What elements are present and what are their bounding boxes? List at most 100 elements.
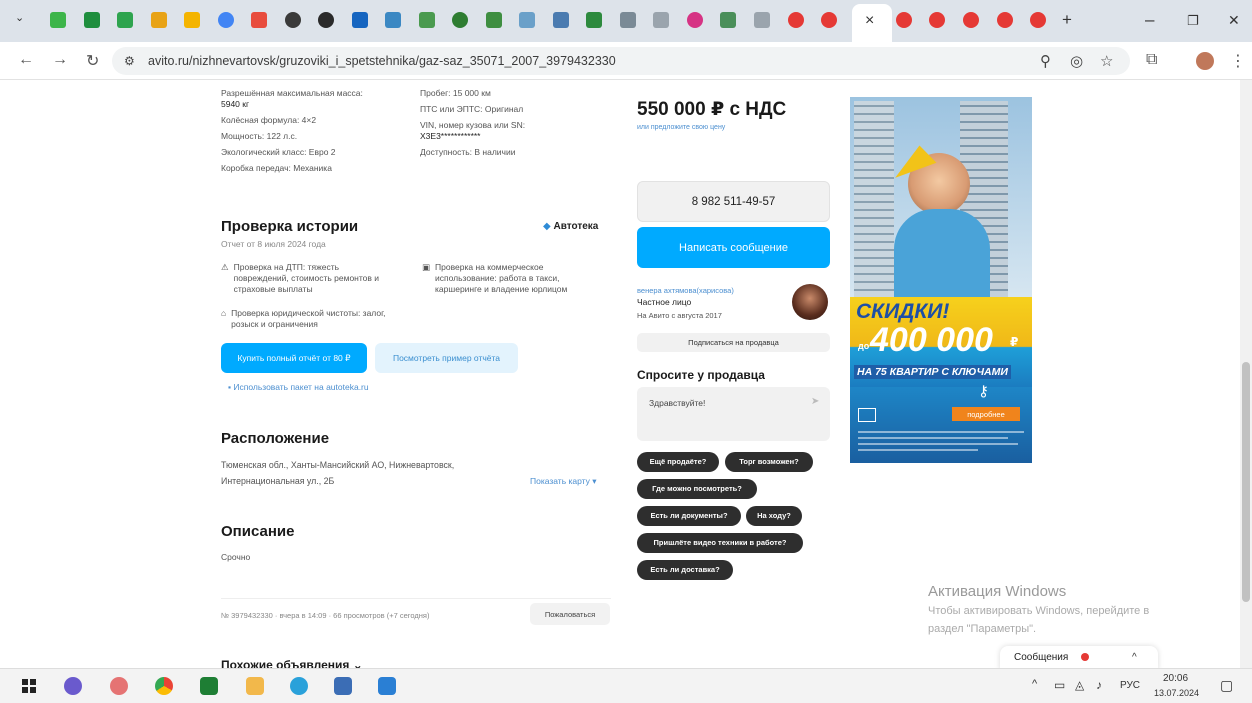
tab-favicon-icon[interactable] xyxy=(318,12,334,28)
tab-favicon-icon[interactable] xyxy=(519,12,535,28)
tab-favicon-icon[interactable] xyxy=(687,12,703,28)
tab-favicon-icon[interactable] xyxy=(218,12,234,28)
quick-question-chip[interactable]: На ходу? xyxy=(746,506,802,526)
autoteka-package-link[interactable]: ▪ Использовать пакет на autoteka.ru xyxy=(228,382,369,393)
forward-button[interactable]: → xyxy=(52,51,68,69)
tab-favicon-icon[interactable] xyxy=(151,12,167,28)
network-icon[interactable]: ▭ xyxy=(1054,678,1065,692)
clock-time[interactable]: 20:06 xyxy=(1163,673,1188,684)
quick-question-chip[interactable]: Где можно посмотреть? xyxy=(637,479,757,499)
viber-icon[interactable] xyxy=(64,677,82,695)
history-title: Проверка истории xyxy=(221,218,359,235)
app-icon[interactable] xyxy=(334,677,352,695)
banner-more-button[interactable]: подробнее xyxy=(952,407,1020,421)
quick-question-chip[interactable]: Есть ли доставка? xyxy=(637,560,733,580)
close-tab-icon[interactable]: × xyxy=(865,12,874,30)
banner-building xyxy=(854,101,894,297)
banner-amount: 400 000 xyxy=(870,321,993,359)
chevron-up-icon[interactable]: ^ xyxy=(1132,652,1137,663)
page-scrollbar[interactable] xyxy=(1240,80,1252,668)
profile-avatar[interactable] xyxy=(1196,52,1214,70)
notifications-icon[interactable]: ▢ xyxy=(1220,677,1233,694)
history-item: ⌂ Проверка юридической чистоты: залог, р… xyxy=(221,308,396,330)
minimize-button[interactable]: – xyxy=(1145,10,1154,30)
seller-name[interactable]: венера ахтямова(харисова) xyxy=(637,285,734,296)
quick-question-chip[interactable]: Пришлёте видео техники в работе? xyxy=(637,533,803,553)
tray-chevron-icon[interactable]: ^ xyxy=(1032,678,1037,690)
tab-favicon-icon[interactable] xyxy=(117,12,133,28)
tab-favicon-icon[interactable] xyxy=(929,12,945,28)
tab-favicon-icon[interactable] xyxy=(754,12,770,28)
advertisement-banner[interactable]: СКИДКИ! до 400 000 ₽ НА 75 КВАРТИР С КЛЮ… xyxy=(850,97,1032,463)
tab-favicon-icon[interactable] xyxy=(1030,12,1046,28)
close-window-button[interactable]: ✕ xyxy=(1228,12,1240,29)
developer-logo-icon xyxy=(858,408,876,422)
tracking-protection-icon[interactable]: ◎ xyxy=(1070,52,1083,70)
browser-menu-icon[interactable]: ⋮ xyxy=(1230,51,1246,71)
quick-question-chip[interactable]: Есть ли документы? xyxy=(637,506,741,526)
tab-favicon-icon[interactable] xyxy=(251,12,267,28)
tab-favicon-icon[interactable] xyxy=(486,12,502,28)
tab-favicon-icon[interactable] xyxy=(385,12,401,28)
extensions-icon[interactable]: ⧉ xyxy=(1146,51,1157,69)
restore-button[interactable]: ❐ xyxy=(1187,13,1199,29)
start-button[interactable] xyxy=(20,677,38,695)
quick-question-chip[interactable]: Ещё продаёте? xyxy=(637,452,719,472)
app-icon[interactable] xyxy=(378,677,396,695)
seller-avatar[interactable] xyxy=(792,284,828,320)
quick-question-chip[interactable]: Торг возможен? xyxy=(725,452,813,472)
similar-listings-title[interactable]: Похожие объявления ⌄ xyxy=(221,658,363,668)
active-tab[interactable]: × xyxy=(852,4,892,42)
chrome-icon[interactable] xyxy=(155,677,173,695)
zoom-icon[interactable]: ⚲ xyxy=(1040,52,1051,70)
volume-icon[interactable]: ♪ xyxy=(1096,678,1102,692)
tab-favicon-icon[interactable] xyxy=(821,12,837,28)
tab-favicon-icon[interactable] xyxy=(553,12,569,28)
report-button[interactable]: Пожаловаться xyxy=(530,603,610,625)
tab-favicon-icon[interactable] xyxy=(653,12,669,28)
offer-price-link[interactable]: или предложите свою цену xyxy=(637,122,725,133)
buy-report-button[interactable]: Купить полный отчёт от 80 ₽ xyxy=(221,343,367,373)
phone-button[interactable]: 8 982 511-49-57 xyxy=(637,181,830,222)
tab-favicon-icon[interactable] xyxy=(620,12,636,28)
tab-favicon-icon[interactable] xyxy=(84,12,100,28)
subscribe-button[interactable]: Подписаться на продавца xyxy=(637,333,830,352)
url-text[interactable]: avito.ru/nizhnevartovsk/gruzoviki_i_spet… xyxy=(148,54,616,68)
bookmark-star-icon[interactable]: ☆ xyxy=(1100,52,1113,70)
tab-favicon-icon[interactable] xyxy=(285,12,301,28)
new-tab-button[interactable]: + xyxy=(1062,10,1072,30)
send-icon[interactable]: ➤ xyxy=(811,396,819,407)
tab-search-icon[interactable]: ⌄ xyxy=(15,11,24,24)
sample-report-button[interactable]: Посмотреть пример отчёта xyxy=(375,343,518,373)
excel-icon[interactable] xyxy=(200,677,218,695)
language-indicator[interactable]: РУС xyxy=(1120,680,1140,691)
banner-fineprint xyxy=(858,443,1018,445)
site-info-icon[interactable]: ⚙ xyxy=(124,54,135,68)
back-button[interactable]: ← xyxy=(18,51,34,69)
tab-favicon-icon[interactable] xyxy=(997,12,1013,28)
tab-favicon-icon[interactable] xyxy=(788,12,804,28)
ask-seller-input[interactable]: Здравствуйте! ➤ xyxy=(637,387,830,441)
clock-date[interactable]: 13.07.2024 xyxy=(1154,688,1199,698)
tab-favicon-icon[interactable] xyxy=(586,12,602,28)
listing-meta: № 3979432330 · вчера в 14:09 · 66 просмо… xyxy=(221,611,430,620)
tab-favicon-icon[interactable] xyxy=(184,12,200,28)
tab-favicon-icon[interactable] xyxy=(896,12,912,28)
telegram-icon[interactable] xyxy=(290,677,308,695)
address-bar[interactable]: ⚙ avito.ru/nizhnevartovsk/gruzoviki_i_sp… xyxy=(112,47,1130,75)
tab-favicon-icon[interactable] xyxy=(419,12,435,28)
messages-widget[interactable]: Сообщения ^ xyxy=(1000,646,1158,668)
reload-button[interactable]: ↻ xyxy=(86,51,99,71)
tab-favicon-icon[interactable] xyxy=(963,12,979,28)
tab-favicon-icon[interactable] xyxy=(352,12,368,28)
app-icon[interactable] xyxy=(110,677,128,695)
tab-favicon-icon[interactable] xyxy=(50,12,66,28)
tab-favicon-icon[interactable] xyxy=(720,12,736,28)
history-item-text: Проверка на коммерческое использование: … xyxy=(435,262,568,294)
write-message-button[interactable]: Написать сообщение xyxy=(637,227,830,268)
wifi-icon[interactable]: ◬ xyxy=(1075,678,1084,692)
file-explorer-icon[interactable] xyxy=(246,677,264,695)
tab-favicon-icon[interactable] xyxy=(452,12,468,28)
scrollbar-thumb[interactable] xyxy=(1242,362,1250,602)
show-map-link[interactable]: Показать карту ▾ xyxy=(530,476,597,487)
